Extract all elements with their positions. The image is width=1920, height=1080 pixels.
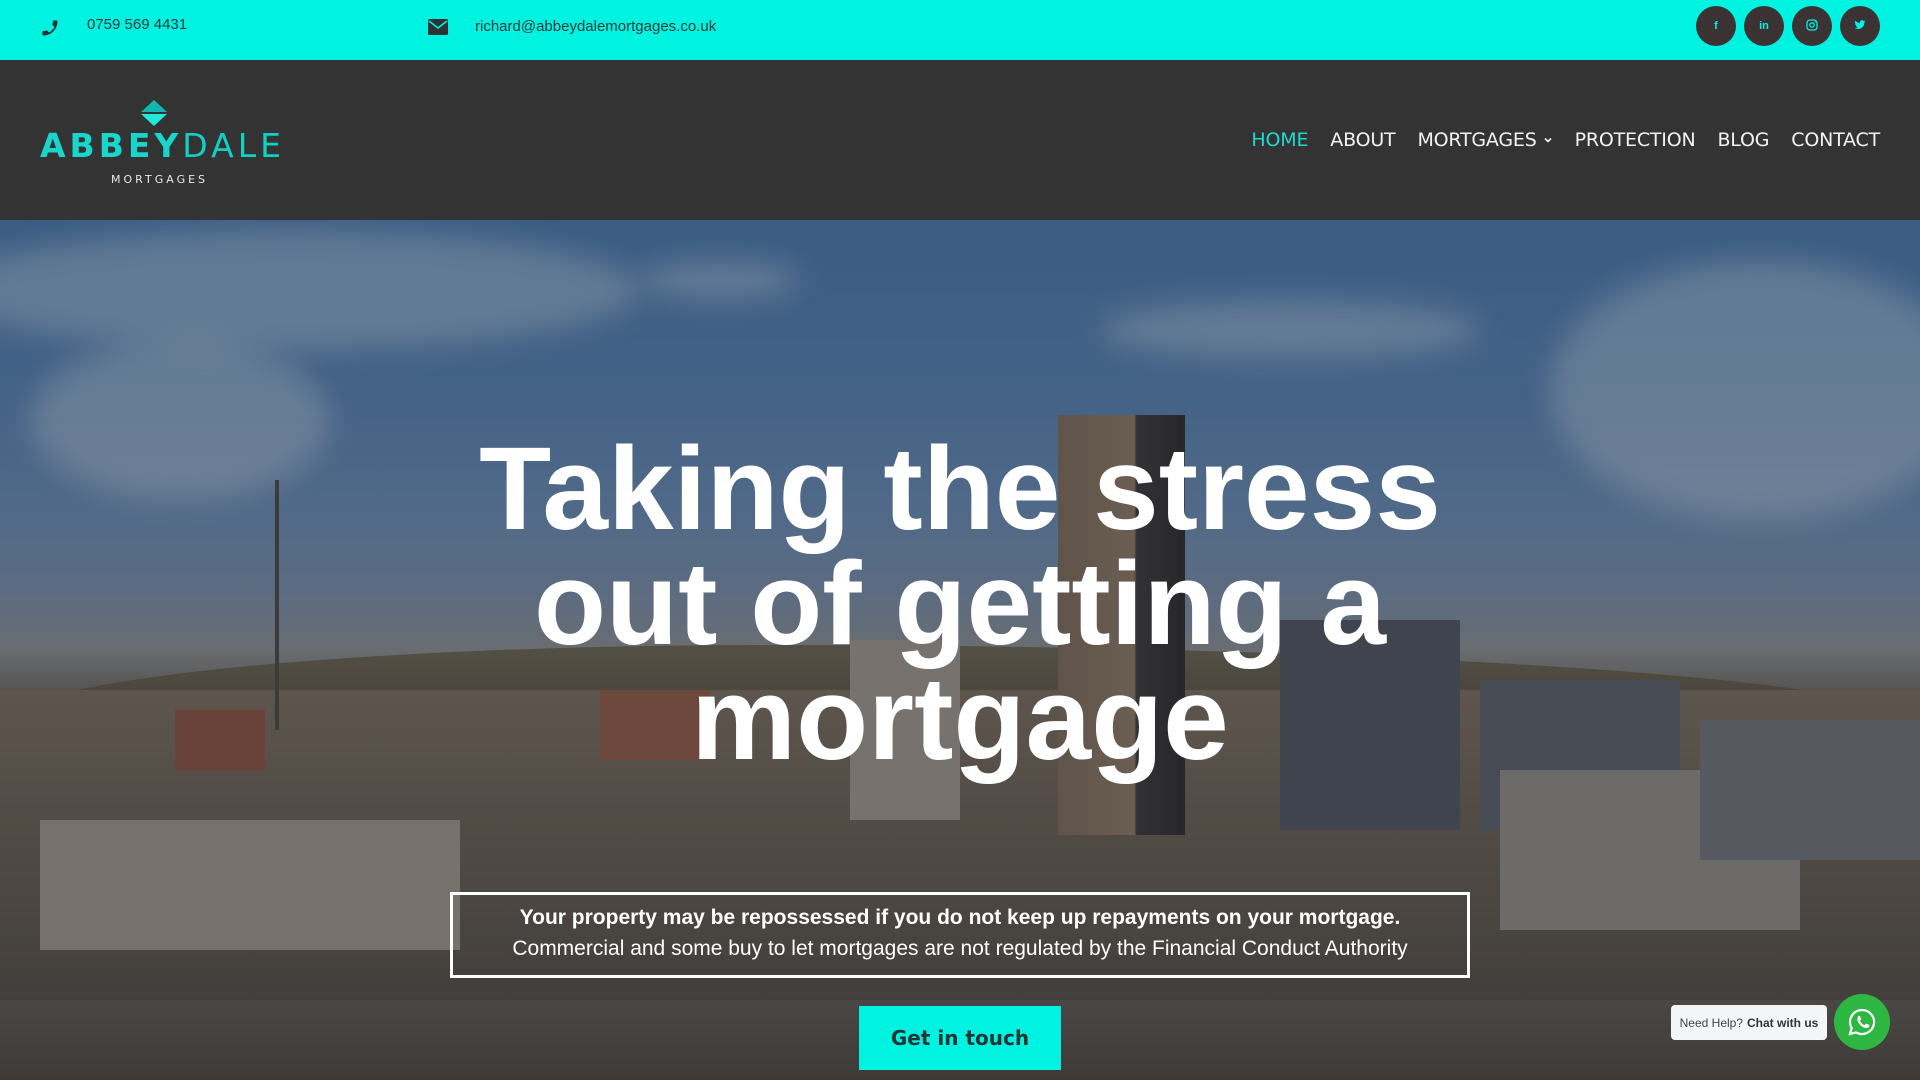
email-link[interactable]: richard@abbeydalemortgages.co.uk [475, 18, 716, 35]
logo[interactable]: ABBEYDALE MORTGAGES [40, 100, 281, 186]
chat-prompt-prefix: Need Help? [1679, 1015, 1744, 1030]
chevron-down-icon [1544, 137, 1552, 143]
instagram-icon [1806, 18, 1818, 34]
site-header: ABBEYDALE MORTGAGES HOME ABOUT MORTGAGES… [0, 60, 1920, 220]
hero-section: Taking the stress out of getting a mortg… [0, 220, 1920, 1080]
logo-word-bold: ABBEY [40, 126, 183, 165]
repossession-warning: Your property may be repossessed if you … [519, 906, 1401, 929]
regulatory-disclaimer: Your property may be repossessed if you … [450, 892, 1470, 978]
nav-protection[interactable]: PROTECTION [1575, 129, 1696, 151]
nav-protection-label: PROTECTION [1574, 129, 1696, 151]
envelope-icon [428, 19, 448, 35]
instagram-button[interactable] [1792, 6, 1832, 46]
nav-mortgages-label: MORTGAGES [1417, 129, 1537, 151]
twitter-icon [1854, 19, 1866, 34]
nav-contact-label: CONTACT [1791, 129, 1880, 151]
headline-line-2: out of getting a [533, 538, 1387, 670]
get-in-touch-button[interactable]: Get in touch [859, 1006, 1061, 1070]
social-links: f in [1696, 6, 1880, 46]
phone-icon [40, 18, 60, 38]
nav-contact[interactable]: CONTACT [1791, 129, 1880, 151]
phone-link[interactable]: 0759 569 4431 [87, 16, 187, 33]
nav-about-label: ABOUT [1330, 129, 1396, 151]
diamond-logo-icon [141, 100, 167, 126]
whatsapp-button[interactable] [1834, 994, 1890, 1050]
logo-word-light: DALE [182, 126, 285, 165]
logo-wordmark: ABBEYDALE [40, 126, 285, 165]
nav-blog[interactable]: BLOG [1717, 129, 1769, 151]
chat-prompt-bold: Chat with us [1747, 1015, 1819, 1030]
linkedin-icon: in [1759, 20, 1769, 32]
nav-blog-label: BLOG [1717, 129, 1770, 151]
headline-line-1: Taking the stress [479, 423, 1441, 555]
linkedin-button[interactable]: in [1744, 6, 1784, 46]
nav-home[interactable]: HOME [1251, 129, 1308, 151]
facebook-icon: f [1714, 20, 1718, 32]
fca-notice: Commercial and some buy to let mortgages… [512, 937, 1408, 960]
headline-line-3: mortgage [691, 653, 1229, 785]
nav-home-label: HOME [1251, 129, 1309, 151]
main-nav: HOME ABOUT MORTGAGES PROTECTION BLOG CON… [1251, 120, 1880, 160]
nav-mortgages[interactable]: MORTGAGES [1417, 129, 1552, 151]
nav-about[interactable]: ABOUT [1330, 129, 1395, 151]
facebook-button[interactable]: f [1696, 6, 1736, 46]
twitter-button[interactable] [1840, 6, 1880, 46]
whatsapp-icon [1848, 1008, 1876, 1036]
chat-prompt[interactable]: Need Help? Chat with us [1671, 1005, 1827, 1040]
logo-subtitle: MORTGAGES [111, 173, 209, 186]
hero-headline: Taking the stress out of getting a mortg… [0, 423, 1920, 785]
top-contact-bar: 0759 569 4431 richard@abbeydalemortgages… [0, 0, 1920, 60]
